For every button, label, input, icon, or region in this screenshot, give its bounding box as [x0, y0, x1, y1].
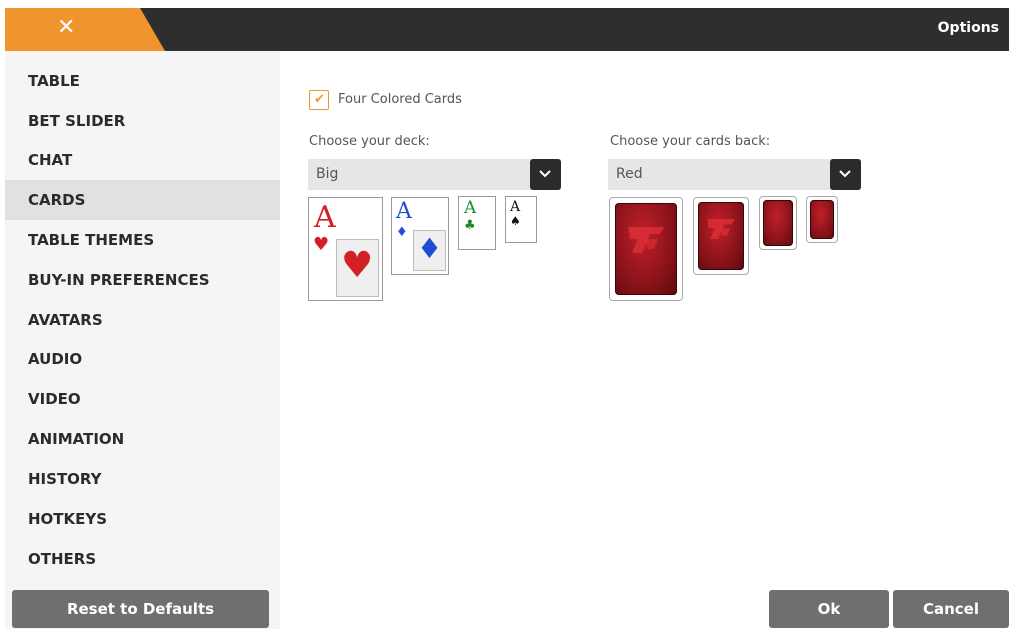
card-rank: A: [510, 199, 521, 215]
checkmark-icon: ✔: [314, 92, 325, 107]
sidebar-item-chat[interactable]: CHAT: [5, 140, 280, 180]
sidebar-item-audio[interactable]: AUDIO: [5, 339, 280, 379]
card-rank: A: [396, 199, 412, 224]
sidebar-item-avatars[interactable]: AVATARS: [5, 300, 280, 340]
deck-preview-big[interactable]: A ♥ ♥: [308, 197, 383, 301]
deck-preview-small[interactable]: A ♣: [458, 196, 496, 250]
deck-select[interactable]: Big: [308, 159, 561, 190]
chevron-down-icon[interactable]: [530, 159, 561, 190]
sidebar: TABLE BET SLIDER CHAT CARDS TABLE THEMES…: [5, 51, 280, 629]
deck-preview-medium[interactable]: A ♦ ♦: [391, 197, 449, 275]
heart-icon: ♥: [341, 245, 374, 286]
club-icon: ♣: [464, 218, 476, 233]
card-back-preview-big[interactable]: [609, 197, 683, 301]
sidebar-item-video[interactable]: VIDEO: [5, 379, 280, 419]
cards-back-select[interactable]: Red: [608, 159, 861, 190]
cancel-button[interactable]: Cancel: [893, 590, 1009, 628]
diamond-icon: ♦: [417, 232, 443, 265]
card-rank: A: [464, 198, 477, 218]
card-back-preview-tiny[interactable]: [806, 196, 838, 243]
sidebar-item-hotkeys[interactable]: HOTKEYS: [5, 499, 280, 539]
sidebar-item-table[interactable]: TABLE: [5, 61, 280, 101]
spade-icon: ♠: [510, 214, 521, 228]
sidebar-item-bet-slider[interactable]: BET SLIDER: [5, 101, 280, 141]
card-back-art: [615, 203, 677, 295]
chevron-down-icon[interactable]: [830, 159, 861, 190]
cards-back-label: Choose your cards back:: [610, 134, 771, 149]
brand-logo-icon: [707, 219, 735, 239]
card-back-art: [810, 200, 834, 239]
card-back-preview-medium[interactable]: [693, 197, 749, 275]
brand-logo-icon: [628, 227, 664, 253]
cards-back-select-value: Red: [616, 166, 643, 182]
card-back-art: [763, 200, 793, 246]
sidebar-item-cards[interactable]: CARDS: [5, 180, 280, 220]
card-rank: A: [314, 200, 336, 235]
card-back-preview-small[interactable]: [759, 196, 797, 250]
card-back-art: [698, 202, 744, 270]
four-colored-cards-checkbox[interactable]: ✔: [309, 90, 329, 110]
deck-label: Choose your deck:: [309, 134, 430, 149]
sidebar-item-others[interactable]: OTHERS: [5, 539, 280, 579]
title-bar: ✕ Options: [5, 8, 1009, 51]
sidebar-item-table-themes[interactable]: TABLE THEMES: [5, 220, 280, 260]
card-face-panel: ♥: [336, 239, 379, 297]
sidebar-item-animation[interactable]: ANIMATION: [5, 419, 280, 459]
card-face-panel: ♦: [413, 230, 446, 271]
diamond-icon: ♦: [396, 225, 408, 240]
four-colored-cards-label: Four Colored Cards: [338, 92, 462, 107]
window-title: Options: [937, 20, 999, 36]
close-button[interactable]: ✕: [5, 8, 165, 51]
heart-icon: ♥: [313, 234, 330, 255]
reset-to-defaults-button[interactable]: Reset to Defaults: [12, 590, 269, 628]
deck-preview-tiny[interactable]: A ♠: [505, 196, 537, 243]
ok-button[interactable]: Ok: [769, 590, 889, 628]
sidebar-item-history[interactable]: HISTORY: [5, 459, 280, 499]
deck-select-value: Big: [316, 166, 339, 182]
close-icon: ✕: [57, 15, 76, 40]
sidebar-item-buy-in-preferences[interactable]: BUY-IN PREFERENCES: [5, 260, 280, 300]
